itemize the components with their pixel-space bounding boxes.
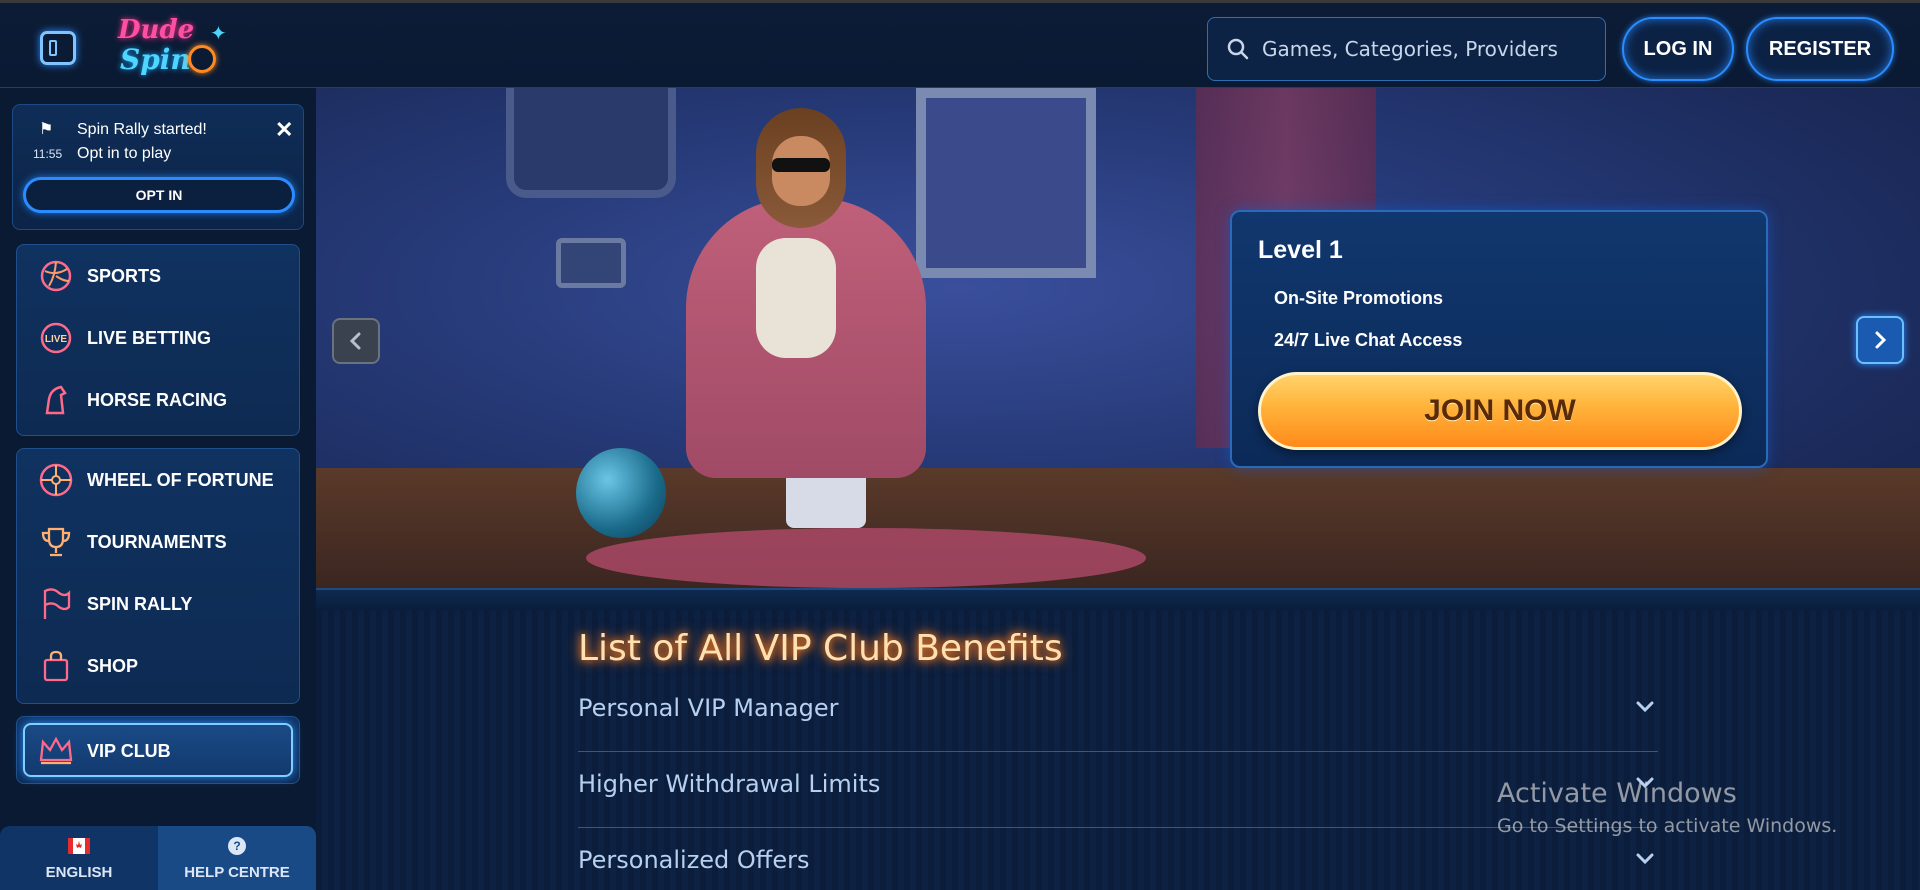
help-centre-button[interactable]: ? HELP CENTRE (158, 826, 316, 890)
banner-prev-button[interactable] (332, 318, 380, 364)
sidebar-item-vip-club-content[interactable]: VIP CLUB (17, 724, 301, 778)
logo-text-bottom: Spin (120, 43, 191, 76)
top-header: Dude Spin ✦ LOG IN REGISTER (0, 0, 1920, 88)
register-button[interactable]: REGISTER (1746, 17, 1894, 81)
search-input[interactable] (1262, 37, 1582, 61)
spin-rally-notification: ⚑ 11:55 Spin Rally started! Opt in to pl… (12, 104, 304, 230)
horse-icon (37, 381, 75, 419)
flag-icon (37, 585, 75, 623)
notification-title: Spin Rally started! (77, 121, 207, 138)
bowling-ball-decoration (576, 448, 666, 538)
sidebar-group-features: WHEEL OF FORTUNE TOURNAMENTS SPIN RALLY … (16, 448, 300, 704)
checkered-flag-icon: ⚑ (39, 121, 54, 138)
svg-text:?: ? (233, 839, 240, 853)
sidebar-item-tournaments[interactable]: TOURNAMENTS (17, 515, 301, 569)
accordion-item-personal-vip-manager[interactable]: Personal VIP Manager (578, 676, 1658, 752)
vip-benefits-title: List of All VIP Club Benefits (578, 628, 1063, 669)
level-title: Level 1 (1258, 236, 1343, 264)
sidebar-item-label: VIP CLUB (87, 740, 171, 761)
banner-next-button[interactable] (1856, 316, 1904, 364)
sidebar-group-sports: SPORTS LIVE LIVE BETTING HORSE RACING (16, 244, 300, 436)
wheel-icon (37, 461, 75, 499)
opt-in-button[interactable]: OPT IN (23, 177, 295, 213)
bowling-ball-icon (188, 45, 216, 73)
sidebar-item-label: SHOP (87, 655, 139, 676)
sidebar-item-label: HORSE RACING (87, 389, 228, 410)
chevron-down-icon (1636, 701, 1654, 713)
mirror-decoration (506, 88, 676, 198)
notification-subtitle: Opt in to play (77, 145, 172, 162)
sidebar-item-wheel-of-fortune[interactable]: WHEEL OF FORTUNE (17, 453, 301, 507)
accordion-item-higher-withdrawal-limits[interactable]: Higher Withdrawal Limits (578, 752, 1658, 828)
chevron-left-icon (349, 332, 361, 350)
close-icon[interactable]: ✕ (275, 117, 293, 143)
character-shirt (756, 238, 836, 358)
sidebar-item-label: LIVE BETTING (87, 327, 212, 348)
level-benefit: On-Site Promotions (1274, 288, 1444, 308)
accordion-item-personalized-offers[interactable]: Personalized Offers (578, 828, 1658, 890)
logo-text-top: Dude (118, 15, 195, 45)
search-box[interactable] (1207, 17, 1606, 81)
sidebar-item-shop[interactable]: SHOP (17, 639, 301, 693)
sidebar-item-horse-racing[interactable]: HORSE RACING (17, 373, 301, 427)
sidebar-item-label: SPORTS (87, 265, 162, 286)
rug-decoration (586, 528, 1146, 588)
shopping-bag-icon (37, 647, 75, 685)
volleyball-icon (37, 257, 75, 295)
vip-level-card: Level 1 On-Site Promotions 24/7 Live Cha… (1230, 210, 1768, 468)
sidebar-toggle-icon[interactable] (40, 31, 76, 65)
help-label: HELP CENTRE (184, 864, 290, 881)
picture-frame-decoration (916, 88, 1096, 278)
sidebar-item-label: SPIN RALLY (87, 593, 193, 614)
character-sunglasses (772, 158, 830, 172)
canada-flag-icon (68, 838, 90, 854)
search-icon (1227, 38, 1249, 60)
join-now-button[interactable]: JOIN NOW (1258, 372, 1742, 450)
watermark-title: Activate Windows (1497, 778, 1737, 809)
banner-bottom-edge (316, 588, 1920, 610)
trophy-icon (37, 523, 75, 561)
watermark-subtitle: Go to Settings to activate Windows. (1497, 815, 1838, 837)
bowling-pins-icon: ✦ (210, 23, 227, 45)
accordion-item-label: Personal VIP Manager (578, 694, 839, 722)
sidebar-item-sports[interactable]: SPORTS (17, 249, 301, 303)
language-label: ENGLISH (45, 864, 113, 881)
sidebar-item-spin-rally[interactable]: SPIN RALLY (17, 577, 301, 631)
crown-icon (37, 732, 75, 770)
toilet-paper-decoration (556, 238, 626, 288)
sidebar-group-vip: VIP CLUB (16, 716, 300, 784)
level-benefit: 24/7 Live Chat Access (1274, 330, 1463, 350)
sidebar-item-label: WHEEL OF FORTUNE (87, 469, 274, 490)
live-icon: LIVE (37, 319, 75, 357)
login-button[interactable]: LOG IN (1622, 17, 1734, 81)
site-logo[interactable]: Dude Spin ✦ (112, 15, 244, 81)
sidebar-item-label: TOURNAMENTS (87, 531, 227, 552)
chevron-down-icon (1636, 853, 1654, 865)
accordion-item-label: Personalized Offers (578, 846, 810, 874)
accordion-item-label: Higher Withdrawal Limits (578, 770, 881, 798)
language-selector[interactable]: ENGLISH (0, 826, 158, 890)
sidebar-footer: ENGLISH ? HELP CENTRE (0, 826, 316, 890)
sidebar-item-live-betting[interactable]: LIVE LIVE BETTING (17, 311, 301, 365)
chevron-right-icon (1875, 331, 1887, 349)
notification-time: 11:55 (33, 147, 63, 161)
help-icon: ? (228, 837, 246, 855)
windows-activation-watermark: Activate Windows Go to Settings to activ… (1497, 778, 1837, 837)
svg-text:LIVE: LIVE (45, 334, 68, 345)
